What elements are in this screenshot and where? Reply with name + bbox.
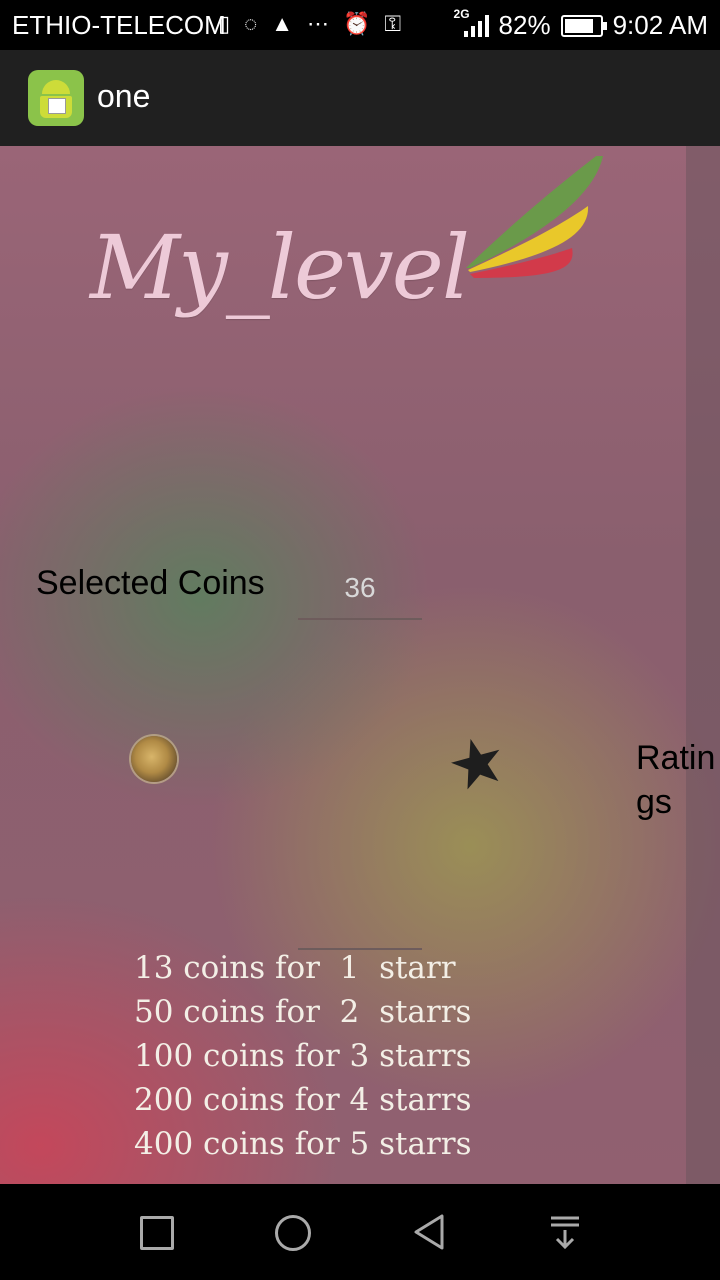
right-edge-strip [686, 146, 720, 1184]
android-head [42, 80, 70, 94]
sim-icon: ▯ [218, 11, 231, 36]
box-icon [48, 98, 66, 114]
coin-rule: 13 coins for 1 starr [134, 950, 456, 986]
coin-rule: 100 coins for 3 starrs [134, 1038, 472, 1074]
star-icon[interactable] [450, 736, 504, 790]
status-right: 2G 82% 9:02 AM [454, 7, 708, 41]
chat-icon: ◌ [244, 11, 258, 36]
home-button[interactable] [275, 1215, 311, 1251]
main-content: My_level Selected Coins 36 Ratin gs 13 c… [0, 146, 720, 1184]
recent-apps-button[interactable] [140, 1216, 174, 1250]
battery-fill [564, 18, 593, 33]
android-app-icon[interactable] [28, 70, 84, 126]
selected-coins-field[interactable]: 36 [298, 572, 422, 620]
action-bar: one [0, 50, 720, 146]
back-button[interactable] [410, 1212, 450, 1252]
ratings-label-text: Ratin gs [636, 739, 716, 821]
clock: 9:02 AM [612, 10, 708, 40]
wing-logo-icon [466, 156, 603, 278]
status-icons: ▯ ◌ ▲ ⋯ ⏰ ⚿ [218, 9, 401, 39]
app-title: one [97, 78, 151, 114]
network-type: 2G [453, 6, 470, 21]
coin-rule: 50 coins for 2 starrs [134, 994, 472, 1030]
notifications-button[interactable] [545, 1212, 585, 1252]
ratings-label: Ratin gs [636, 736, 720, 824]
coin-rule: 200 coins for 4 starrs [134, 1082, 472, 1118]
my-level-logo: My_level [90, 156, 610, 346]
battery-percent: 82% [498, 10, 551, 40]
alarm-icon: ⏰ [342, 11, 371, 36]
battery-alert-icon: ▲ [271, 11, 293, 36]
coin-rules-list: 13 coins for 1 starr 50 coins for 2 star… [134, 946, 471, 1166]
status-bar: ETHIO-TELECOM ▯ ◌ ▲ ⋯ ⏰ ⚿ 2G 82% 9:02 AM [0, 0, 720, 50]
signal-icon: 2G [454, 7, 489, 37]
coin-icon[interactable] [131, 736, 177, 782]
carrier-name: ETHIO-TELECOM [12, 10, 226, 40]
battery-icon [560, 14, 607, 37]
selected-coins-label: Selected Coins [36, 564, 265, 602]
more-icon: ⋯ [306, 11, 329, 36]
navigation-bar [0, 1184, 720, 1280]
key-icon: ⚿ [384, 11, 402, 36]
coin-rule: 400 coins for 5 starrs [134, 1126, 472, 1162]
